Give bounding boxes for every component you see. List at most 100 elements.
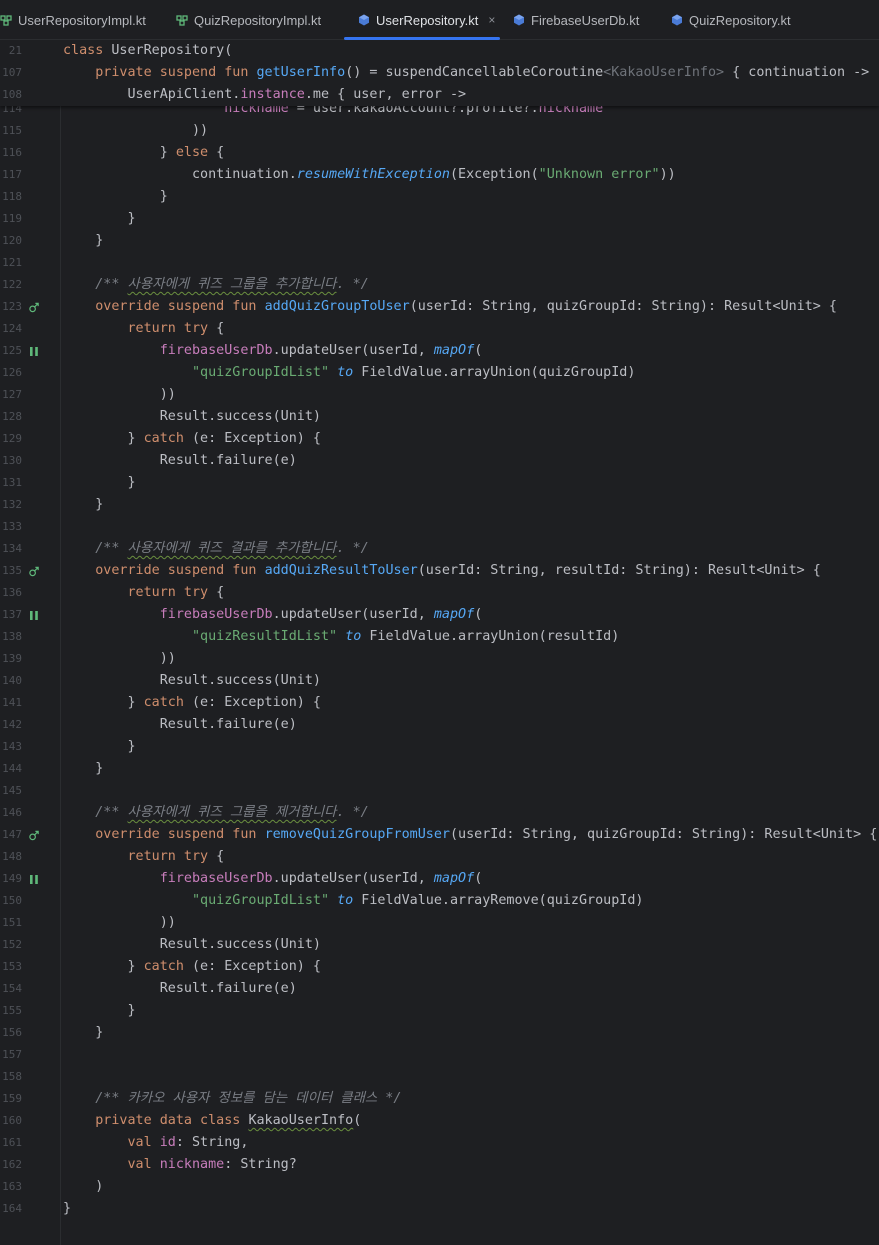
code-line[interactable]: 158 <box>0 1066 879 1088</box>
code-line[interactable]: 108 UserApiClient.instance.me { user, er… <box>0 84 879 106</box>
line-number: 149 <box>2 872 22 885</box>
code-line[interactable]: 155 } <box>0 1000 879 1022</box>
code-line[interactable]: 140 Result.success(Unit) <box>0 670 879 692</box>
code-line[interactable]: 118 } <box>0 186 879 208</box>
code-line[interactable]: 164} <box>0 1198 879 1220</box>
code-line[interactable]: 134 /** 사용자에게 퀴즈 결과를 추가합니다. */ <box>0 538 879 560</box>
code-editor[interactable]: 114 nickname = user.kakaoAccount?.profil… <box>0 40 879 1245</box>
code-line[interactable]: 148 return try { <box>0 846 879 868</box>
code-line[interactable]: 116 } else { <box>0 142 879 164</box>
code-token: FieldValue.arrayRemove(quizGroupId) <box>353 893 644 908</box>
line-number: 143 <box>2 740 22 753</box>
code-line[interactable]: 107 private suspend fun getUserInfo() = … <box>0 62 879 84</box>
suspend-call-icon[interactable] <box>28 345 40 357</box>
override-icon[interactable] <box>28 301 40 313</box>
code-line[interactable]: 120 } <box>0 230 879 252</box>
code-token: ( <box>474 607 483 622</box>
code-line[interactable]: 129 } catch (e: Exception) { <box>0 428 879 450</box>
line-number: 130 <box>2 454 22 467</box>
code-line[interactable]: 161 val id: String, <box>0 1132 879 1154</box>
code-line[interactable]: 141 } catch (e: Exception) { <box>0 692 879 714</box>
tab-user-repository-impl[interactable]: UserRepositoryImpl.kt <box>0 0 170 40</box>
code-line[interactable]: 138 "quizResultIdList" to FieldValue.arr… <box>0 626 879 648</box>
code-token: UserApiClient. <box>63 87 241 102</box>
code-line[interactable]: 147 override suspend fun removeQuizGroup… <box>0 824 879 846</box>
code-line[interactable]: 124 return try { <box>0 318 879 340</box>
code-text: )) <box>63 912 176 934</box>
code-line[interactable]: 133 <box>0 516 879 538</box>
tab-quiz-repository-impl[interactable]: QuizRepositoryImpl.kt <box>176 0 344 40</box>
code-line[interactable]: 157 <box>0 1044 879 1066</box>
code-line[interactable]: 136 return try { <box>0 582 879 604</box>
line-number: 21 <box>8 44 22 57</box>
code-line[interactable]: 152 Result.success(Unit) <box>0 934 879 956</box>
code-line[interactable]: 127 )) <box>0 384 879 406</box>
code-line[interactable]: 121 <box>0 252 879 274</box>
code-token: 사용자에게 퀴즈 그룹을 추가합니다 <box>127 277 337 292</box>
code-line[interactable]: 149 firebaseUserDb.updateUser(userId, ma… <box>0 868 879 890</box>
code-token: val <box>127 1135 160 1150</box>
code-token: ) <box>63 1179 104 1194</box>
code-line[interactable]: 163 ) <box>0 1176 879 1198</box>
code-line[interactable]: 153 } catch (e: Exception) { <box>0 956 879 978</box>
code-line[interactable]: 144 } <box>0 758 879 780</box>
override-icon[interactable] <box>28 829 40 841</box>
code-line[interactable]: 139 )) <box>0 648 879 670</box>
code-line[interactable]: 160 private data class KakaoUserInfo( <box>0 1110 879 1132</box>
code-line[interactable]: 125 firebaseUserDb.updateUser(userId, ma… <box>0 340 879 362</box>
code-text: )) <box>63 384 176 406</box>
tab-quiz-repository[interactable]: QuizRepository.kt <box>671 0 821 40</box>
code-line[interactable]: 142 Result.failure(e) <box>0 714 879 736</box>
code-text: return try { <box>63 846 225 868</box>
kotlin-file-icon <box>671 14 683 26</box>
suspend-call-icon[interactable] <box>28 873 40 885</box>
code-line[interactable]: 154 Result.failure(e) <box>0 978 879 1000</box>
code-token: } <box>63 1025 104 1040</box>
code-line[interactable]: 128 Result.success(Unit) <box>0 406 879 428</box>
code-token: () = suspendCancellableCoroutine <box>345 65 604 80</box>
code-line[interactable]: 132 } <box>0 494 879 516</box>
code-line[interactable]: 156 } <box>0 1022 879 1044</box>
suspend-call-icon[interactable] <box>28 609 40 621</box>
code-line[interactable]: 151 )) <box>0 912 879 934</box>
code-line[interactable]: 143 } <box>0 736 879 758</box>
code-line[interactable]: 159 /** 카카오 사용자 정보를 담는 데이터 클래스 */ <box>0 1088 879 1110</box>
code-line[interactable]: 117 continuation.resumeWithException(Exc… <box>0 164 879 186</box>
tab-label: UserRepositoryImpl.kt <box>18 12 146 28</box>
code-line[interactable]: 21 class UserRepository( <box>0 40 879 62</box>
code-line[interactable]: 150 "quizGroupIdList" to FieldValue.arra… <box>0 890 879 912</box>
code-text: return try { <box>63 318 225 340</box>
code-token: ( <box>353 1113 362 1128</box>
code-line[interactable]: 115 )) <box>0 120 879 142</box>
tab-user-repository[interactable]: UserRepository.kt × <box>344 0 500 40</box>
line-number: 161 <box>2 1136 22 1149</box>
code-line[interactable]: 123 override suspend fun addQuizGroupToU… <box>0 296 879 318</box>
tab-firebase-user-db[interactable]: FirebaseUserDb.kt <box>513 0 663 40</box>
code-token: } <box>63 475 136 490</box>
code-token: )) <box>63 123 209 138</box>
code-line[interactable]: 131 } <box>0 472 879 494</box>
line-number: 135 <box>2 564 22 577</box>
sticky-scroll-header[interactable]: 21 class UserRepository(107 private suspe… <box>0 40 879 106</box>
code-line[interactable]: 122 /** 사용자에게 퀴즈 그룹을 추가합니다. */ <box>0 274 879 296</box>
code-token: to <box>345 629 362 644</box>
code-line[interactable]: 137 firebaseUserDb.updateUser(userId, ma… <box>0 604 879 626</box>
code-text: val nickname: String? <box>63 1154 297 1176</box>
code-line[interactable]: 130 Result.failure(e) <box>0 450 879 472</box>
code-line[interactable]: 126 "quizGroupIdList" to FieldValue.arra… <box>0 362 879 384</box>
code-text: } <box>63 494 103 516</box>
close-tab-icon[interactable]: × <box>488 13 495 27</box>
code-line[interactable]: 135 override suspend fun addQuizResultTo… <box>0 560 879 582</box>
override-icon[interactable] <box>28 565 40 577</box>
line-number: 163 <box>2 1180 22 1193</box>
code-line[interactable]: 162 val nickname: String? <box>0 1154 879 1176</box>
code-line[interactable]: 145 <box>0 780 879 802</box>
line-number: 125 <box>2 344 22 357</box>
code-token: /** <box>95 277 128 292</box>
code-line[interactable]: 119 } <box>0 208 879 230</box>
code-text: } <box>63 758 103 780</box>
code-line[interactable]: 146 /** 사용자에게 퀴즈 그룹을 제거합니다. */ <box>0 802 879 824</box>
